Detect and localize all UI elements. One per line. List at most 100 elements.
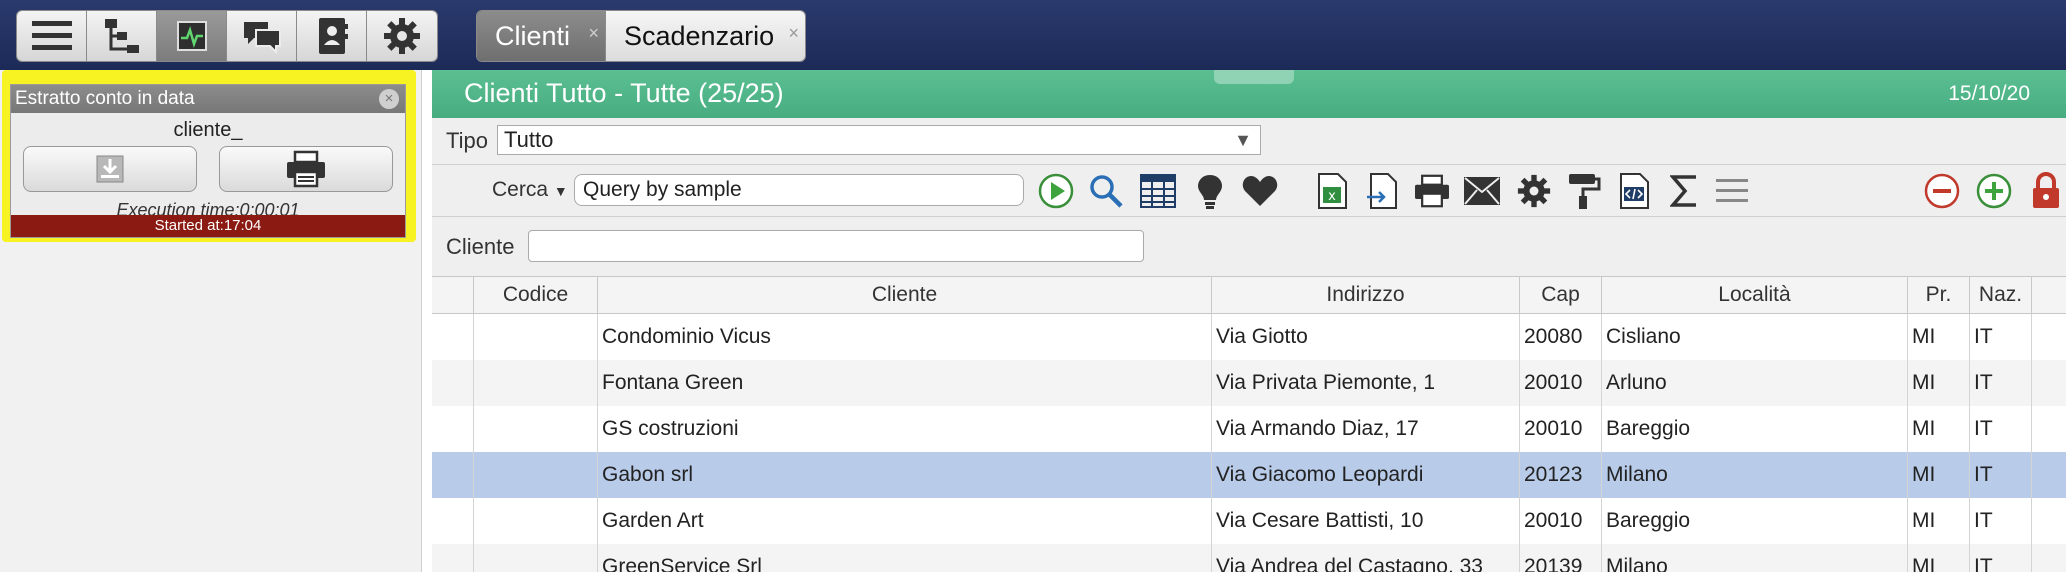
cell-provincia: MI [1908, 314, 1970, 360]
tab-label: Clienti [495, 20, 571, 51]
cell-cap: 20080 [1520, 314, 1602, 360]
search-icon [1090, 175, 1123, 208]
job-name: cliente_ [173, 119, 243, 141]
close-icon[interactable]: × [379, 89, 399, 109]
table-body: Condominio Vicus Via Giotto 20080 Cisliano M… [432, 314, 2066, 572]
cell-localita: Cisliano [1602, 314, 1908, 360]
cell-nazione: IT [1970, 452, 2032, 498]
cell-cap: 20123 [1520, 452, 1602, 498]
tipo-select[interactable]: Tutto ▼ [497, 125, 1261, 155]
action-toolbar: Cerca ▼ Query by sample x [432, 164, 2066, 217]
list-options-button[interactable] [1712, 172, 1752, 210]
download-button[interactable] [23, 146, 197, 192]
close-icon[interactable]: × [788, 23, 799, 44]
column-header-indirizzo[interactable]: Indirizzo [1212, 277, 1520, 313]
cliente-filter-input[interactable] [528, 230, 1144, 262]
column-header-codice[interactable]: Codice [474, 277, 598, 313]
table-row[interactable]: Condominio Vicus Via Giotto 20080 Cisliano M… [432, 314, 2066, 360]
column-header-localita[interactable]: Località [1602, 277, 1908, 313]
table-icon [1140, 174, 1176, 208]
search-button[interactable] [1086, 172, 1126, 210]
cell-codice [474, 452, 598, 498]
cell-indirizzo: Via Cesare Battisti, 10 [1212, 498, 1520, 544]
tips-button[interactable] [1190, 172, 1230, 210]
format-button[interactable] [1564, 172, 1604, 210]
table-row[interactable]: Fontana Green Via Privata Piemonte, 1 2001… [432, 360, 2066, 406]
paint-roller-icon [1569, 174, 1601, 209]
page-date: 15/10/20 [1948, 82, 2030, 105]
cell-nazione: IT [1970, 406, 2032, 452]
cell-select [432, 314, 474, 360]
file-import-icon [1367, 173, 1397, 209]
job-title: Estratto conto in data [15, 88, 195, 109]
settings-button[interactable] [1514, 172, 1554, 210]
job-header: Estratto conto in data × [11, 85, 405, 113]
totals-button[interactable] [1664, 172, 1704, 210]
cell-cap: 20010 [1520, 406, 1602, 452]
address-book-button[interactable] [297, 11, 367, 61]
table-row[interactable]: Garden Art Via Cesare Battisti, 10 20010 Ba… [432, 498, 2066, 544]
hierarchy-icon [104, 19, 139, 53]
table-row[interactable]: GreenService Srl Via Andrea del Castagno,… [432, 544, 2066, 572]
remove-button[interactable] [1922, 172, 1962, 210]
cell-cliente: Fontana Green [598, 360, 1212, 406]
email-button[interactable] [1462, 172, 1502, 210]
svg-text:x: x [1328, 189, 1336, 204]
search-mode-dropdown[interactable]: Cerca ▼ [492, 178, 568, 202]
page-title: Clienti Tutto - Tutte (25/25) [464, 78, 784, 108]
cell-cap: 20010 [1520, 498, 1602, 544]
cell-provincia: MI [1908, 360, 1970, 406]
drag-handle[interactable] [1214, 70, 1294, 84]
printer-icon [287, 150, 325, 188]
chat-icon [243, 22, 281, 54]
tab-scadenzario[interactable]: Scadenzario × [605, 11, 805, 61]
left-panel: Estratto conto in data × cliente_ Execut… [0, 70, 422, 572]
cell-cliente: Condominio Vicus [598, 314, 1212, 360]
table-row[interactable]: GS costruzioni Via Armando Diaz, 17 20010 B… [432, 406, 2066, 452]
cell-nazione: IT [1970, 544, 2032, 572]
add-button[interactable] [1974, 172, 2014, 210]
cell-cliente: GreenService Srl [598, 544, 1212, 572]
lock-icon [2033, 172, 2059, 208]
column-header-provincia[interactable]: Pr. [1908, 277, 1970, 313]
table-row[interactable]: Gabon srl Via Giacomo Leopardi 20123 Milano… [432, 452, 2066, 498]
run-button[interactable] [1036, 172, 1076, 210]
monitor-button[interactable] [157, 11, 227, 61]
print-button[interactable] [219, 146, 393, 192]
cell-select [432, 452, 474, 498]
cell-cliente: Gabon srl [598, 452, 1212, 498]
column-header-cliente[interactable]: Cliente [598, 277, 1212, 313]
cell-indirizzo: Via Giotto [1212, 314, 1520, 360]
job-card: Estratto conto in data × cliente_ Execut… [2, 70, 416, 242]
cell-provincia: MI [1908, 406, 1970, 452]
search-input[interactable]: Query by sample [574, 174, 1024, 206]
import-button[interactable] [1362, 172, 1402, 210]
tab-label: Scadenzario [624, 20, 775, 51]
cell-indirizzo: Via Privata Piemonte, 1 [1212, 360, 1520, 406]
settings-button[interactable] [367, 11, 437, 61]
table-header: Codice Cliente Indirizzo Cap Località Pr. Naz. [432, 276, 2066, 314]
download-icon [96, 155, 124, 183]
print-button[interactable] [1412, 172, 1452, 210]
column-header-nazione[interactable]: Naz. [1970, 277, 2032, 313]
code-button[interactable] [1614, 172, 1654, 210]
close-icon[interactable]: × [588, 23, 599, 44]
favorites-button[interactable] [1240, 172, 1280, 210]
caret-down-icon: ▼ [553, 183, 568, 199]
grid-view-button[interactable] [1138, 172, 1178, 210]
tab-clienti[interactable]: Clienti × [477, 11, 605, 61]
menu-button[interactable] [17, 11, 87, 61]
export-excel-button[interactable]: x [1312, 172, 1352, 210]
cell-nazione: IT [1970, 360, 2032, 406]
cell-cliente: GS costruzioni [598, 406, 1212, 452]
search-label: Cerca [492, 178, 549, 201]
job-window: Estratto conto in data × cliente_ Execut… [10, 84, 406, 238]
cell-provincia: MI [1908, 452, 1970, 498]
column-header-cap[interactable]: Cap [1520, 277, 1602, 313]
column-header-select[interactable] [432, 277, 474, 313]
lock-button[interactable] [2026, 172, 2066, 210]
chat-button[interactable] [227, 11, 297, 61]
address-book-icon [318, 18, 348, 54]
hierarchy-button[interactable] [87, 11, 157, 61]
cell-localita: Bareggio [1602, 498, 1908, 544]
